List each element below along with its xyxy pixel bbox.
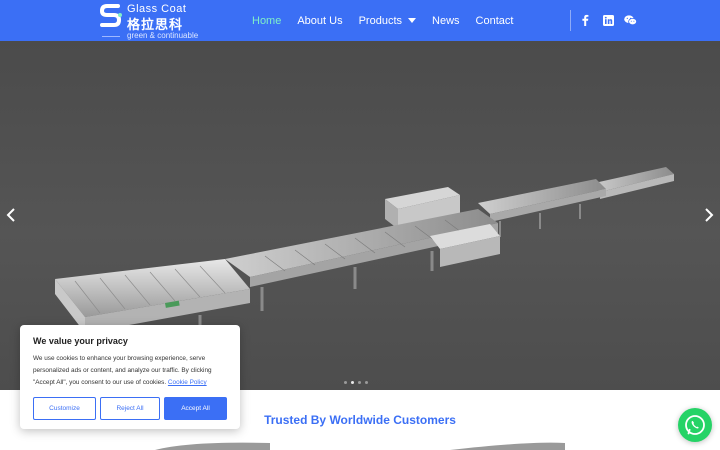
nav-news[interactable]: News (432, 15, 460, 27)
reject-all-button[interactable]: Reject All (100, 397, 160, 420)
slider-dot[interactable] (344, 381, 347, 384)
facebook-icon[interactable] (578, 13, 592, 27)
slider-dot[interactable] (358, 381, 361, 384)
nav-products-label: Products (358, 14, 403, 27)
nav-home[interactable]: Home (252, 15, 281, 27)
header-divider (570, 10, 571, 31)
slider-pagination (344, 381, 368, 384)
wechat-icon[interactable] (623, 13, 637, 27)
accept-all-button[interactable]: Accept All (164, 397, 227, 420)
whatsapp-icon[interactable] (678, 408, 712, 442)
nav-products[interactable]: Products (358, 14, 417, 27)
cookie-text: We use cookies to enhance your browsing … (33, 353, 231, 389)
customize-button[interactable]: Customize (33, 397, 96, 420)
slider-prev-icon[interactable] (5, 207, 19, 223)
site-header: Glass Coat 格拉思科 green & continuable Home… (0, 0, 720, 41)
main-nav: Home About Us Products News Contact (252, 0, 529, 41)
nav-contact[interactable]: Contact (476, 15, 514, 27)
cookie-title: We value your privacy (33, 336, 128, 346)
nav-about-us[interactable]: About Us (297, 15, 342, 27)
cookie-consent-dialog: We value your privacy We use cookies to … (20, 325, 240, 429)
slider-dot[interactable] (351, 381, 354, 384)
linkedin-icon[interactable] (601, 13, 615, 27)
slider-dot[interactable] (365, 381, 368, 384)
brand-logo[interactable]: Glass Coat 格拉思科 green & continuable (99, 2, 209, 40)
cookie-policy-link[interactable]: Cookie Policy (168, 379, 207, 386)
chevron-down-icon (408, 18, 417, 23)
brand-tagline: green & continuable (127, 31, 199, 40)
logo-divider (102, 36, 120, 37)
slider-next-icon[interactable] (703, 207, 717, 223)
glass-coat-logo-icon (99, 4, 122, 27)
customer-logos-strip (155, 442, 565, 450)
